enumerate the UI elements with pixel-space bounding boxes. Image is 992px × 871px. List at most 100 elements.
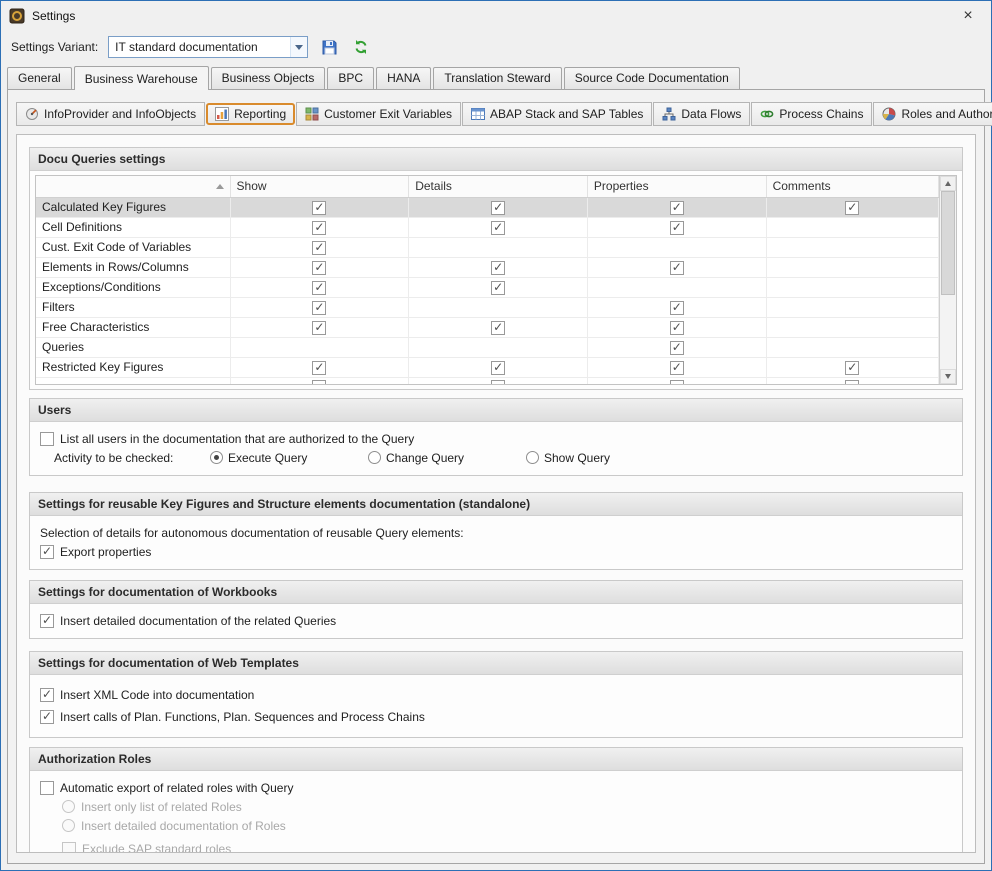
group-header: Users xyxy=(30,399,962,422)
exclude-sap-roles-checkbox[interactable] xyxy=(62,842,76,854)
details-checkbox[interactable] xyxy=(491,361,505,375)
table-row[interactable]: Queries xyxy=(36,337,939,357)
tab-translation-steward[interactable]: Translation Steward xyxy=(433,67,561,89)
authorization-roles-group: Authorization Roles Automatic export of … xyxy=(29,747,963,854)
show-checkbox xyxy=(312,380,326,384)
radio-change-query[interactable]: Change Query xyxy=(368,451,520,465)
column-header-comments[interactable]: Comments xyxy=(766,176,938,197)
insert-role-list-radio[interactable] xyxy=(62,800,75,813)
subtab-data-flows[interactable]: Data Flows xyxy=(653,102,750,126)
properties-checkbox[interactable] xyxy=(670,361,684,375)
list-all-users-checkbox[interactable] xyxy=(40,432,54,446)
table-row[interactable]: Elements in Rows/Columns xyxy=(36,257,939,277)
subtab-customer-exit-variables[interactable]: Customer Exit Variables xyxy=(296,102,461,126)
table-row[interactable]: Exceptions/Conditions xyxy=(36,277,939,297)
properties-checkbox[interactable] xyxy=(670,341,684,355)
table-row[interactable]: Calculated Key Figures xyxy=(36,197,939,217)
scroll-up-button[interactable] xyxy=(940,176,956,191)
properties-checkbox[interactable] xyxy=(670,321,684,335)
change-query-label: Change Query xyxy=(386,451,464,465)
show-checkbox[interactable] xyxy=(312,241,326,255)
properties-checkbox[interactable] xyxy=(670,261,684,275)
subtab-label: Process Chains xyxy=(779,107,863,121)
settings-variant-combobox[interactable]: IT standard documentation xyxy=(108,36,308,58)
show-checkbox[interactable] xyxy=(312,261,326,275)
export-properties-checkbox[interactable] xyxy=(40,545,54,559)
insert-role-docs-row: Insert detailed documentation of Roles xyxy=(62,819,952,833)
refresh-variant-button[interactable] xyxy=(350,36,372,58)
dropdown-arrow-icon[interactable] xyxy=(290,37,307,57)
insert-role-docs-radio[interactable] xyxy=(62,819,75,832)
details-checkbox[interactable] xyxy=(491,321,505,335)
subtab-infoprovider-and-infoobjects[interactable]: InfoProvider and InfoObjects xyxy=(16,102,205,126)
settings-dialog: Settings × Settings Variant: IT standard… xyxy=(0,0,992,871)
auto-export-roles-checkbox[interactable] xyxy=(40,781,54,795)
details-checkbox[interactable] xyxy=(491,221,505,235)
scroll-thumb[interactable] xyxy=(941,191,955,295)
scroll-track[interactable] xyxy=(940,191,956,369)
properties-checkbox[interactable] xyxy=(670,221,684,235)
table-row[interactable]: Cell Definitions xyxy=(36,217,939,237)
column-header-properties[interactable]: Properties xyxy=(587,176,766,197)
insert-detailed-docs-checkbox[interactable] xyxy=(40,614,54,628)
tab-hana[interactable]: HANA xyxy=(376,67,431,89)
show-checkbox[interactable] xyxy=(312,321,326,335)
row-label: Restricted Key Figures xyxy=(36,357,230,377)
table-row[interactable]: Free Characteristics xyxy=(36,317,939,337)
abap-table-icon xyxy=(471,107,485,121)
variant-label: Settings Variant: xyxy=(11,40,98,54)
details-checkbox xyxy=(491,380,505,384)
properties-checkbox[interactable] xyxy=(670,301,684,315)
comments-checkbox[interactable] xyxy=(845,361,859,375)
table-row[interactable]: Cust. Exit Code of Variables xyxy=(36,237,939,257)
variant-value: IT standard documentation xyxy=(109,40,290,54)
subtab-abap-stack-and-sap-tables[interactable]: ABAP Stack and SAP Tables xyxy=(462,102,652,126)
tab-source-code-documentation[interactable]: Source Code Documentation xyxy=(564,67,740,89)
subtab-label: Roles and Authorizations xyxy=(901,107,992,121)
insert-xml-checkbox[interactable] xyxy=(40,688,54,702)
change-query-radio[interactable] xyxy=(368,451,381,464)
show-checkbox[interactable] xyxy=(312,281,326,295)
close-button[interactable]: × xyxy=(951,2,985,30)
column-header-name[interactable] xyxy=(36,176,230,197)
insert-detailed-docs-label: Insert detailed documentation of the rel… xyxy=(60,614,336,628)
subtab-label: ABAP Stack and SAP Tables xyxy=(490,107,643,121)
scroll-down-button[interactable] xyxy=(940,369,956,384)
users-group: Users List all users in the documentatio… xyxy=(29,398,963,476)
column-header-details[interactable]: Details xyxy=(409,176,588,197)
insert-calls-checkbox[interactable] xyxy=(40,710,54,724)
group-header: Settings for documentation of Web Templa… xyxy=(30,652,962,675)
tab-bpc[interactable]: BPC xyxy=(327,67,374,89)
details-checkbox[interactable] xyxy=(491,261,505,275)
details-checkbox[interactable] xyxy=(491,281,505,295)
subtab-label: Data Flows xyxy=(681,107,741,121)
radio-execute-query[interactable]: Execute Query xyxy=(210,451,362,465)
execute-query-radio[interactable] xyxy=(210,451,223,464)
table-row[interactable]: Restricted Key Figures xyxy=(36,357,939,377)
show-query-radio[interactable] xyxy=(526,451,539,464)
show-checkbox[interactable] xyxy=(312,361,326,375)
tab-business-warehouse[interactable]: Business Warehouse xyxy=(74,66,209,90)
group-header: Authorization Roles xyxy=(30,748,962,771)
show-query-label: Show Query xyxy=(544,451,610,465)
column-header-show[interactable]: Show xyxy=(230,176,409,197)
tab-general[interactable]: General xyxy=(7,67,72,89)
subtab-roles-and-authorizations[interactable]: Roles and Authorizations xyxy=(873,102,992,126)
save-variant-button[interactable] xyxy=(318,36,340,58)
tab-business-objects[interactable]: Business Objects xyxy=(211,67,326,89)
reporting-icon xyxy=(215,107,229,121)
show-checkbox[interactable] xyxy=(312,301,326,315)
vertical-scrollbar[interactable] xyxy=(939,176,956,384)
properties-checkbox[interactable] xyxy=(670,201,684,215)
comments-checkbox[interactable] xyxy=(845,201,859,215)
show-checkbox[interactable] xyxy=(312,201,326,215)
table-row[interactable]: Filters xyxy=(36,297,939,317)
show-checkbox[interactable] xyxy=(312,221,326,235)
subtab-label: InfoProvider and InfoObjects xyxy=(44,107,196,121)
roles-icon xyxy=(882,107,896,121)
properties-checkbox xyxy=(670,380,684,384)
radio-show-query[interactable]: Show Query xyxy=(526,451,610,465)
details-checkbox[interactable] xyxy=(491,201,505,215)
subtab-process-chains[interactable]: Process Chains xyxy=(751,102,872,126)
subtab-reporting[interactable]: Reporting xyxy=(206,103,295,125)
